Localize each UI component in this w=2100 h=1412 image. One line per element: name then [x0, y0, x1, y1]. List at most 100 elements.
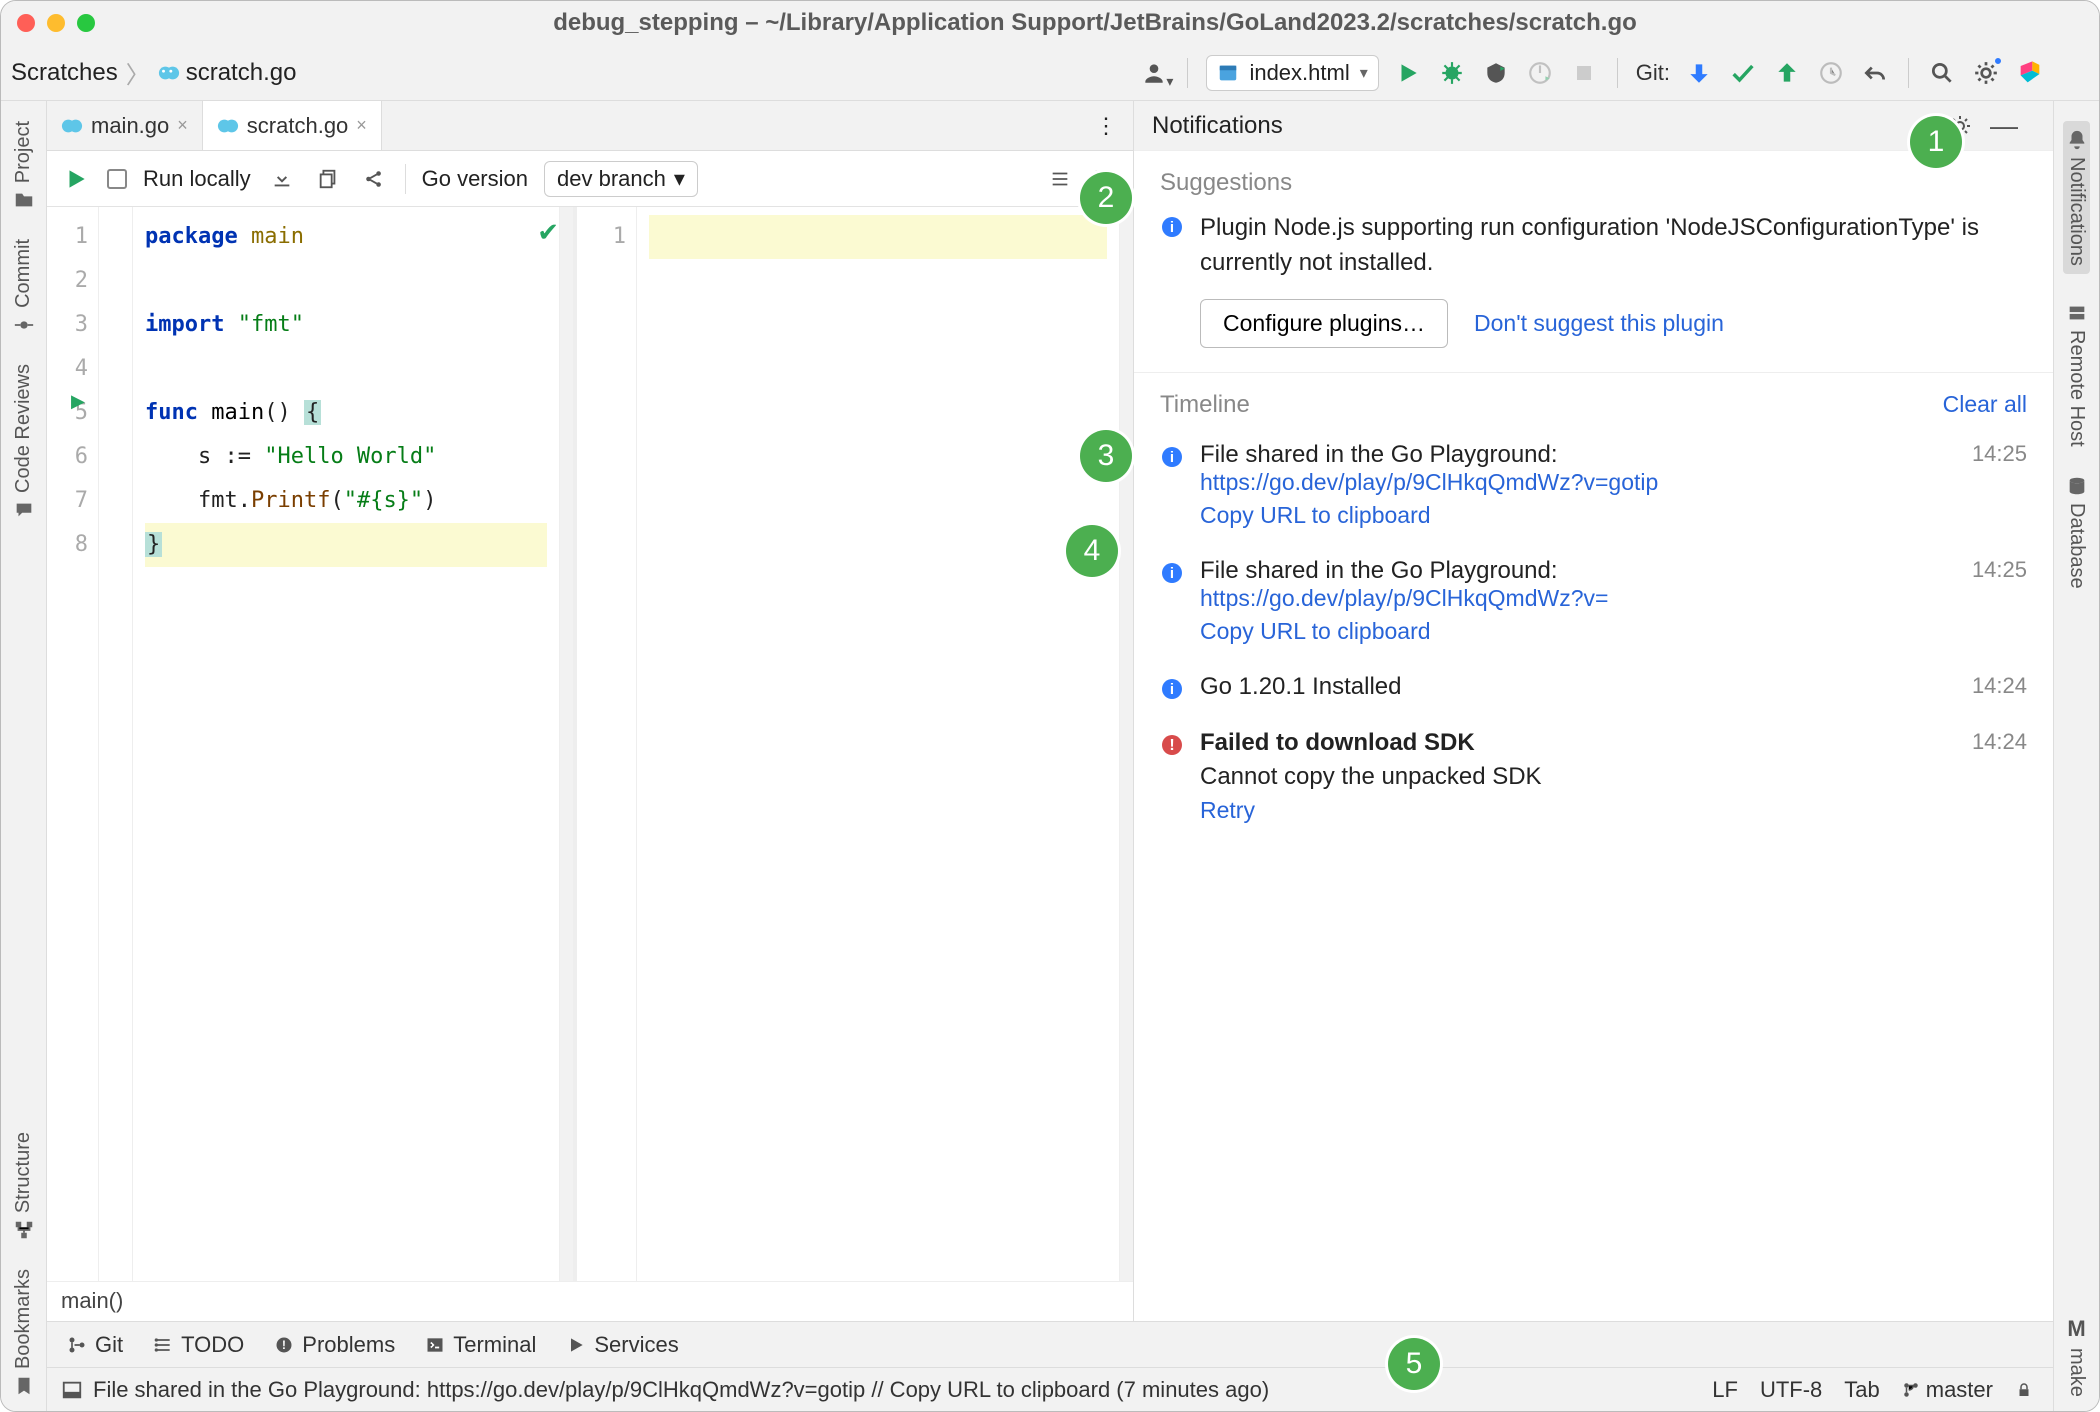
breadcrumb-file[interactable]: scratch.go — [158, 59, 297, 87]
clear-all-link[interactable]: Clear all — [1943, 391, 2027, 418]
vcs-history-icon[interactable] — [1816, 58, 1846, 88]
tool-remote-host[interactable]: Remote Host — [2065, 302, 2088, 447]
suggestion-text: Plugin Node.js supporting run configurat… — [1200, 211, 2027, 281]
run-button[interactable] — [1393, 58, 1423, 88]
editor-pane-right[interactable]: 1 — [577, 207, 1133, 1281]
close-window-icon[interactable] — [17, 14, 35, 32]
tool-bookmarks[interactable]: Bookmarks — [12, 1269, 35, 1397]
vcs-commit-icon[interactable] — [1728, 58, 1758, 88]
coverage-button[interactable] — [1481, 58, 1511, 88]
tool-label: Bookmarks — [12, 1269, 35, 1369]
ide-settings-icon[interactable] — [1971, 58, 2001, 88]
go-version-selector[interactable]: dev branch ▾ — [544, 161, 698, 197]
copy-url-link[interactable]: Copy URL to clipboard — [1200, 618, 1944, 645]
search-everywhere-icon[interactable] — [1927, 58, 1957, 88]
run-file-button[interactable] — [61, 164, 91, 194]
run-locally-checkbox[interactable] — [107, 169, 127, 189]
status-bar: File shared in the Go Playground: https:… — [47, 1367, 2053, 1411]
window-controls — [17, 14, 95, 32]
tool-database[interactable]: Database — [2065, 475, 2088, 589]
tool-make[interactable]: make M — [2065, 1316, 2088, 1397]
jetbrains-toolbox-icon[interactable] — [2015, 58, 2045, 88]
tool-todo[interactable]: TODO — [153, 1332, 244, 1358]
user-icon[interactable]: ▾ — [1139, 58, 1169, 88]
tab-more-icon[interactable]: ⋮ — [1091, 111, 1121, 141]
status-indent[interactable]: Tab — [1844, 1377, 1879, 1403]
editor-tab-scratch-go[interactable]: scratch.go × — [203, 101, 382, 150]
svg-text:!: ! — [1169, 737, 1174, 754]
callout-4: 4 — [1066, 525, 1118, 577]
fold-gutter[interactable]: ▶ — [99, 207, 133, 1281]
tool-terminal[interactable]: Terminal — [425, 1332, 536, 1358]
tab-label: scratch.go — [247, 113, 349, 139]
tool-label: Remote Host — [2065, 330, 2088, 447]
timeline-url[interactable]: https://go.dev/play/p/9ClHkqQmdWz?v= — [1200, 585, 1944, 612]
timeline-timestamp: 14:25 — [1960, 441, 2027, 467]
info-icon: i — [1160, 561, 1184, 585]
titlebar: debug_stepping – ~/Library/Application S… — [1, 1, 2099, 45]
configure-plugins-button[interactable]: Configure plugins… — [1200, 299, 1448, 348]
editor-pane-left[interactable]: 1234 5678 ▶ package main import "fmt" fu… — [47, 207, 577, 1281]
tool-git[interactable]: Git — [67, 1332, 123, 1358]
status-encoding[interactable]: UTF-8 — [1760, 1377, 1822, 1403]
go-version-value: dev branch — [557, 166, 666, 192]
code-area[interactable]: package main import "fmt" func main() { … — [133, 207, 559, 1281]
tool-notifications[interactable]: Notifications — [2063, 121, 2090, 274]
profile-button[interactable] — [1525, 58, 1555, 88]
close-tab-icon[interactable]: × — [356, 115, 367, 136]
status-line-ending[interactable]: LF — [1712, 1377, 1738, 1403]
editor-breadcrumb[interactable]: main() — [47, 1281, 1133, 1321]
debug-button[interactable] — [1437, 58, 1467, 88]
timeline-title: File shared in the Go Playground: — [1200, 557, 1944, 585]
vcs-update-icon[interactable] — [1684, 58, 1714, 88]
zoom-window-icon[interactable] — [77, 14, 95, 32]
run-config-selector[interactable]: index.html ▾ — [1206, 55, 1378, 91]
go-file-icon — [61, 115, 83, 137]
status-toolwindow-icon[interactable] — [61, 1379, 83, 1401]
timeline-timestamp: 14:24 — [1960, 673, 2027, 699]
status-lock-icon[interactable] — [2015, 1381, 2033, 1399]
timeline-item: i File shared in the Go Playground: http… — [1134, 543, 2053, 659]
tool-project[interactable]: Project — [12, 121, 35, 211]
right-tool-rail: Notifications Remote Host Database make … — [2053, 101, 2099, 1411]
svg-text:i: i — [1170, 681, 1174, 698]
close-tab-icon[interactable]: × — [177, 115, 188, 136]
timeline-timestamp: 14:24 — [1960, 729, 2027, 755]
tool-services[interactable]: Services — [566, 1332, 678, 1358]
git-label: Git: — [1636, 60, 1670, 86]
bell-icon — [2066, 129, 2088, 151]
share-icon[interactable] — [359, 164, 389, 194]
html-file-icon — [1217, 62, 1239, 84]
notifications-panel: Notifications — Suggestions i Plugin Nod… — [1133, 101, 2053, 1321]
tool-problems[interactable]: !Problems — [274, 1332, 395, 1358]
hide-panel-icon[interactable]: — — [1989, 111, 2019, 141]
code-area-empty[interactable] — [637, 207, 1119, 1281]
timeline-item: i Go 1.20.1 Installed 14:24 — [1134, 659, 2053, 715]
timeline-url[interactable]: https://go.dev/play/p/9ClHkqQmdWz?v=goti… — [1200, 469, 1944, 496]
stop-button[interactable] — [1569, 58, 1599, 88]
dont-suggest-link[interactable]: Don't suggest this plugin — [1474, 310, 1724, 337]
run-line-icon[interactable]: ▶ — [71, 391, 85, 412]
run-config-label: index.html — [1249, 60, 1349, 86]
tab-label: main.go — [91, 113, 169, 139]
copy-icon[interactable] — [313, 164, 343, 194]
editor-tab-main-go[interactable]: main.go × — [47, 101, 203, 150]
status-message[interactable]: File shared in the Go Playground: https:… — [83, 1377, 1712, 1403]
callout-5: 5 — [1388, 1338, 1440, 1390]
editor-tabs: main.go × scratch.go × ⋮ — [47, 101, 1133, 151]
minimize-window-icon[interactable] — [47, 14, 65, 32]
soft-wrap-icon[interactable] — [1045, 164, 1075, 194]
undo-icon[interactable] — [1860, 58, 1890, 88]
copy-url-link[interactable]: Copy URL to clipboard — [1200, 502, 1944, 529]
tool-structure[interactable]: Structure — [12, 1132, 35, 1241]
status-branch[interactable]: master — [1902, 1377, 1993, 1403]
inspection-ok-icon[interactable]: ✔ — [537, 217, 559, 248]
breadcrumb-root[interactable]: Scratches — [11, 59, 118, 87]
vcs-push-icon[interactable] — [1772, 58, 1802, 88]
callout-1: 1 — [1910, 116, 1962, 168]
tool-label: Commit — [12, 239, 35, 308]
tool-code-reviews[interactable]: Code Reviews — [12, 364, 35, 521]
retry-link[interactable]: Retry — [1200, 797, 1944, 824]
download-icon[interactable] — [267, 164, 297, 194]
tool-commit[interactable]: Commit — [12, 239, 35, 336]
